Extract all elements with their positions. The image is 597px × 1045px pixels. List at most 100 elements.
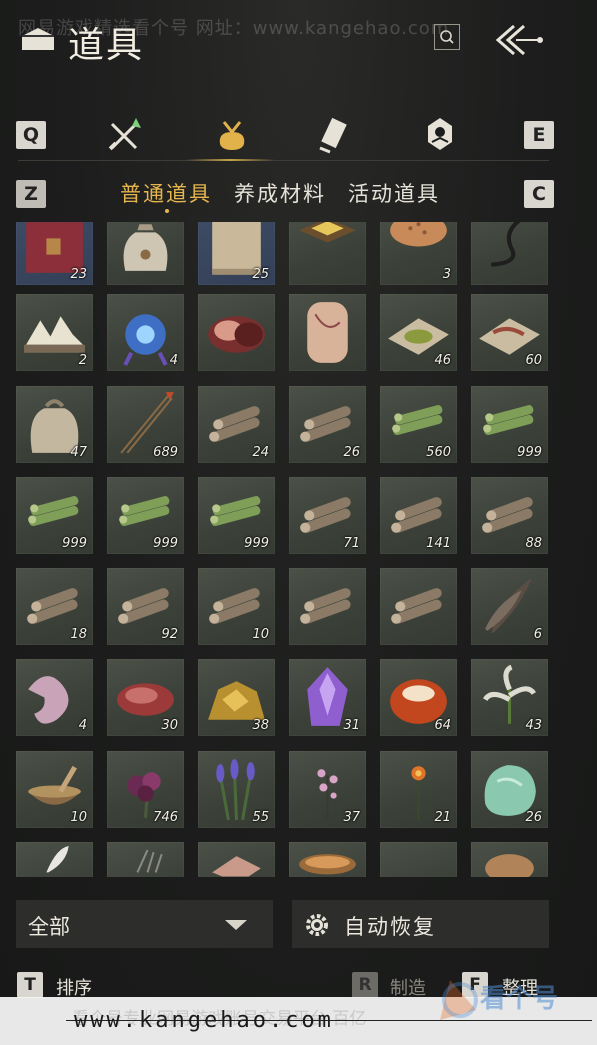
inventory-slot[interactable]: 4	[107, 294, 184, 371]
inventory-slot[interactable]: 55	[198, 751, 275, 828]
craft-key[interactable]: R	[352, 972, 378, 998]
inventory-slot[interactable]: 10	[198, 568, 275, 645]
logs-icon	[391, 588, 442, 624]
inventory-slot[interactable]	[471, 842, 548, 877]
gear-icon	[306, 914, 328, 936]
inventory-slot[interactable]	[107, 842, 184, 877]
next-category-key[interactable]: E	[524, 121, 554, 149]
inventory-slot[interactable]: 10	[16, 751, 93, 828]
item-count: 64	[434, 718, 451, 733]
inventory-slot[interactable]: 999	[198, 477, 275, 554]
item-count: 746	[153, 810, 178, 825]
prev-subtab-key[interactable]: Z	[16, 180, 46, 208]
item-count: 3	[442, 267, 451, 282]
white-feather-icon	[46, 846, 69, 873]
item-count: 999	[153, 536, 178, 551]
inventory-slot[interactable]: 141	[380, 477, 457, 554]
category-active-indicator	[185, 159, 275, 161]
inventory-slot[interactable]	[471, 222, 548, 285]
item-count: 18	[70, 627, 87, 642]
inventory-slot[interactable]: 26	[471, 751, 548, 828]
bowl-icon	[299, 854, 356, 875]
inventory-slot[interactable]: 21	[380, 751, 457, 828]
scroll-icon[interactable]	[316, 114, 356, 154]
back-button[interactable]	[492, 20, 548, 60]
inventory-slot[interactable]: 999	[471, 386, 548, 463]
inventory-slot[interactable]: 689	[107, 386, 184, 463]
weapons-icon[interactable]	[106, 114, 146, 154]
inventory-slot[interactable]: 2	[16, 294, 93, 371]
item-count: 30	[161, 718, 178, 733]
inventory-slot[interactable]: 38	[198, 659, 275, 736]
item-count: 10	[70, 810, 87, 825]
badge-icon[interactable]	[420, 114, 460, 154]
inventory-slot[interactable]	[198, 294, 275, 371]
inventory-slot[interactable]: 24	[198, 386, 275, 463]
inventory-slot[interactable]: 71	[289, 477, 366, 554]
inventory-slot[interactable]: 30	[107, 659, 184, 736]
active-tab-dot	[165, 209, 169, 213]
item-count: 21	[434, 810, 451, 825]
item-count: 999	[517, 445, 542, 460]
inventory-slot[interactable]	[198, 842, 275, 877]
item-count: 71	[343, 536, 360, 551]
whip-icon	[491, 222, 521, 267]
inventory-slot[interactable]: 746	[107, 751, 184, 828]
item-count: 4	[78, 718, 87, 733]
inventory-slot[interactable]	[16, 842, 93, 877]
auto-restore-label: 自动恢复	[344, 915, 436, 939]
next-subtab-key[interactable]: C	[524, 180, 554, 208]
chevron-down-icon	[225, 920, 247, 930]
filter-dropdown[interactable]: 全部	[16, 900, 273, 948]
item-count: 31	[343, 718, 360, 733]
sort-key[interactable]: T	[17, 972, 43, 998]
pouch-icon[interactable]	[212, 114, 252, 154]
inventory-slot[interactable]: 18	[16, 568, 93, 645]
inventory-slot[interactable]: 31	[289, 659, 366, 736]
inventory-slot[interactable]: 37	[289, 751, 366, 828]
prev-category-key[interactable]: Q	[16, 121, 46, 149]
item-count: 10	[252, 627, 269, 642]
inventory-slot[interactable]: 88	[471, 477, 548, 554]
search-button[interactable]	[434, 24, 460, 50]
header: 网易游戏精选看个号 网址：www.kangehao.com 道具	[0, 0, 597, 80]
item-count: 999	[62, 536, 87, 551]
item-count: 999	[244, 536, 269, 551]
tab-event-items[interactable]: 活动道具	[348, 178, 440, 208]
item-count: 141	[426, 536, 451, 551]
page-title: 道具	[68, 25, 145, 66]
inventory-slot[interactable]: 64	[380, 659, 457, 736]
inventory-slot[interactable]: 26	[289, 386, 366, 463]
lantern-icon	[307, 302, 348, 363]
inventory-slot[interactable]: 92	[107, 568, 184, 645]
auto-restore-button[interactable]: 自动恢复	[292, 900, 549, 948]
inventory-slot[interactable]	[289, 842, 366, 877]
inventory-slot[interactable]: 6	[471, 568, 548, 645]
inventory-slot[interactable]	[289, 294, 366, 371]
inventory-slot[interactable]: 560	[380, 386, 457, 463]
inventory-slot[interactable]	[107, 222, 184, 285]
cloth-icon	[212, 856, 261, 877]
inventory-slot[interactable]: 47	[16, 386, 93, 463]
inventory-slot[interactable]	[289, 222, 366, 285]
inventory-slot[interactable]: 60	[471, 294, 548, 371]
inventory-slot[interactable]: 23	[16, 222, 93, 285]
inventory-slot[interactable]	[380, 842, 457, 877]
item-count: 26	[343, 445, 360, 460]
item-count: 6	[533, 627, 542, 642]
inventory-slot[interactable]	[289, 568, 366, 645]
inventory-slot[interactable]: 999	[16, 477, 93, 554]
grass-icon	[136, 849, 163, 873]
inventory-slot[interactable]: 25	[198, 222, 275, 285]
inventory-slot[interactable]	[380, 568, 457, 645]
item-count: 38	[252, 718, 269, 733]
item-grid: 23 25 3 2 4 46 60 47 689 24 26 560 999 999 999 999 71 141…	[0, 222, 597, 877]
tab-common-items[interactable]: 普通道具	[120, 178, 212, 208]
inventory-slot[interactable]: 4	[16, 659, 93, 736]
inventory-slot[interactable]: 3	[380, 222, 457, 285]
item-count: 2	[78, 353, 87, 368]
tab-materials[interactable]: 养成材料	[234, 178, 326, 208]
inventory-slot[interactable]: 46	[380, 294, 457, 371]
inventory-slot[interactable]: 999	[107, 477, 184, 554]
inventory-slot[interactable]: 43	[471, 659, 548, 736]
